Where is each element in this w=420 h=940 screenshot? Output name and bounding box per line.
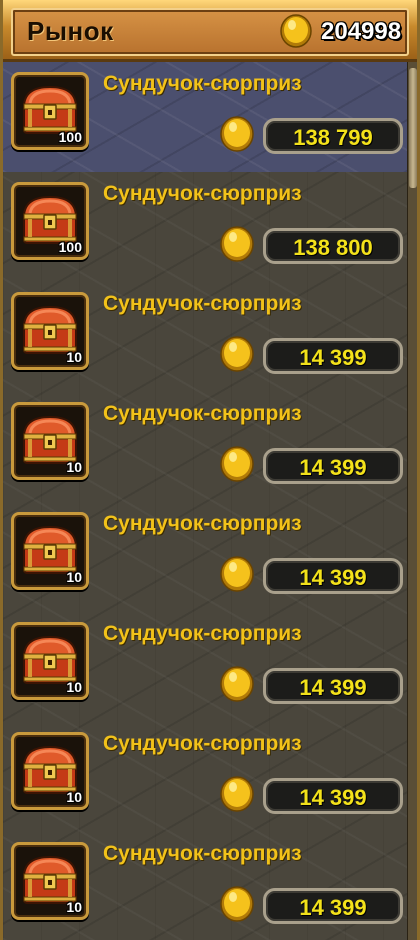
gold-coin-icon — [220, 446, 254, 482]
header-bar: Рынок 204998 — [3, 0, 417, 62]
gold-coin-icon — [220, 336, 254, 372]
list-item[interactable]: 10 Сундучок-сюрприз 14 399 — [3, 722, 407, 832]
item-quantity: 10 — [66, 679, 82, 695]
price-field[interactable]: 14 399 — [263, 558, 403, 594]
list-item[interactable]: 100 Сундучок-сюрприз 138 800 — [3, 172, 407, 282]
item-name: Сундучок-сюрприз — [103, 732, 302, 755]
page-title: Рынок — [27, 16, 114, 46]
item-name: Сундучок-сюрприз — [103, 292, 302, 315]
item-name: Сундучок-сюрприз — [103, 72, 302, 95]
item-price: 14 399 — [299, 895, 367, 920]
market-window: Рынок 204998 100 Сундучок-сюрприз 138 79… — [0, 0, 420, 940]
item-icon-frame[interactable]: 10 — [11, 622, 89, 700]
item-price: 14 399 — [299, 345, 367, 370]
item-icon-frame[interactable]: 10 — [11, 292, 89, 370]
price-field[interactable]: 14 399 — [263, 778, 403, 814]
list-item[interactable]: 10 Сундучок-сюрприз 14 399 — [3, 832, 407, 940]
item-name: Сундучок-сюрприз — [103, 182, 302, 205]
item-price: 14 399 — [299, 455, 367, 480]
list-item[interactable]: 10 Сундучок-сюрприз 14 399 — [3, 502, 407, 612]
item-icon-frame[interactable]: 10 — [11, 402, 89, 480]
header-panel: Рынок 204998 — [11, 8, 409, 56]
item-icon-frame[interactable]: 10 — [11, 732, 89, 810]
item-name: Сундучок-сюрприз — [103, 512, 302, 535]
item-quantity: 10 — [66, 789, 82, 805]
item-price: 138 799 — [293, 125, 373, 150]
price-field[interactable]: 14 399 — [263, 448, 403, 484]
gold-coin-icon — [220, 666, 254, 702]
item-icon-frame[interactable]: 100 — [11, 72, 89, 150]
item-quantity: 10 — [66, 899, 82, 915]
list-item[interactable]: 10 Сундучок-сюрприз 14 399 — [3, 282, 407, 392]
item-name: Сундучок-сюрприз — [103, 622, 302, 645]
scrollbar[interactable] — [407, 62, 417, 940]
item-quantity: 100 — [58, 129, 82, 145]
item-price: 14 399 — [299, 565, 367, 590]
item-name: Сундучок-сюрприз — [103, 402, 302, 425]
gold-coin-icon — [220, 776, 254, 812]
price-field[interactable]: 14 399 — [263, 668, 403, 704]
gold-coin-icon — [220, 886, 254, 922]
scrollbar-thumb[interactable] — [409, 68, 417, 188]
list-item[interactable]: 10 Сундучок-сюрприз 14 399 — [3, 612, 407, 722]
gold-coin-icon — [220, 116, 254, 152]
item-price: 138 800 — [293, 235, 373, 260]
item-quantity: 10 — [66, 459, 82, 475]
item-icon-frame[interactable]: 10 — [11, 512, 89, 590]
list-item[interactable]: 100 Сундучок-сюрприз 138 799 — [3, 62, 407, 172]
balance-value: 204998 — [321, 18, 402, 45]
price-field[interactable]: 14 399 — [263, 338, 403, 374]
item-icon-frame[interactable]: 10 — [11, 842, 89, 920]
item-list[interactable]: 100 Сундучок-сюрприз 138 799 100 Сундучо… — [3, 62, 407, 940]
gold-coin-icon — [220, 226, 254, 262]
price-field[interactable]: 14 399 — [263, 888, 403, 924]
item-name: Сундучок-сюрприз — [103, 842, 302, 865]
gold-coin-icon — [220, 556, 254, 592]
item-price: 14 399 — [299, 675, 367, 700]
item-quantity: 100 — [58, 239, 82, 255]
item-quantity: 10 — [66, 569, 82, 585]
price-field[interactable]: 138 800 — [263, 228, 403, 264]
list-item[interactable]: 10 Сундучок-сюрприз 14 399 — [3, 392, 407, 502]
gold-coin-icon — [280, 14, 312, 48]
item-icon-frame[interactable]: 100 — [11, 182, 89, 260]
price-field[interactable]: 138 799 — [263, 118, 403, 154]
item-price: 14 399 — [299, 785, 367, 810]
item-quantity: 10 — [66, 349, 82, 365]
